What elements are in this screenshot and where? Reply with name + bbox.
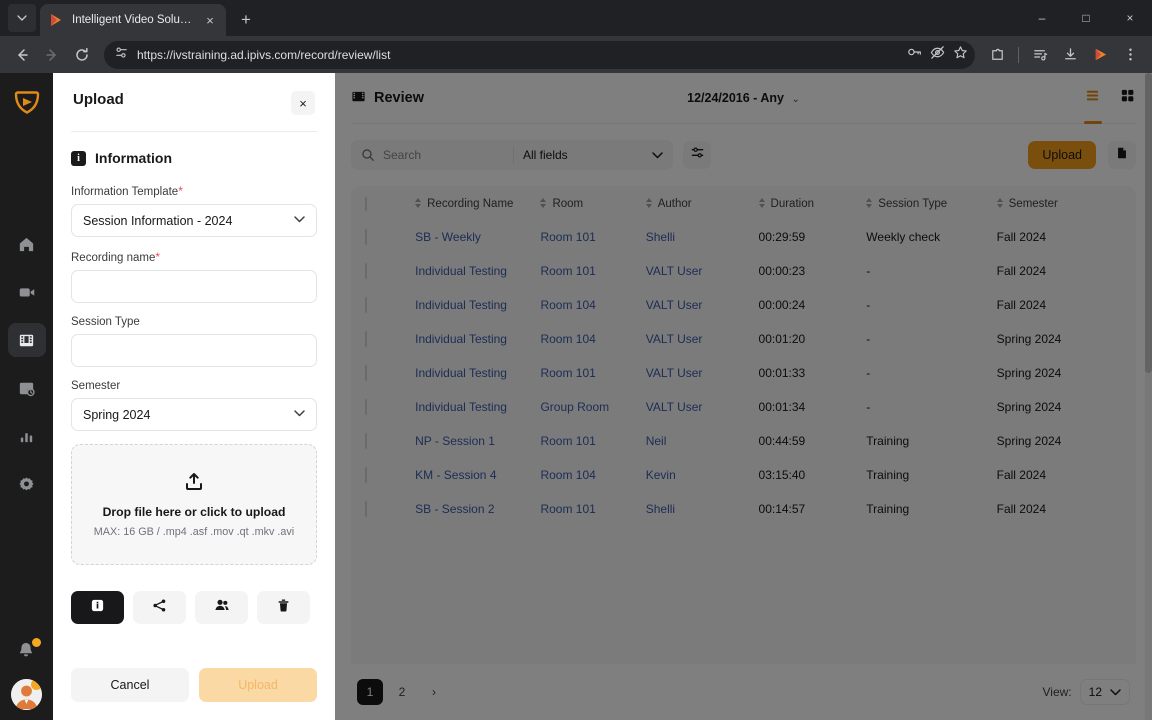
downloads-icon[interactable] bbox=[1056, 41, 1084, 69]
notification-badge bbox=[31, 638, 41, 647]
ivs-extension-icon[interactable] bbox=[1086, 41, 1114, 69]
semester-value: Spring 2024 bbox=[83, 407, 151, 422]
minimize-icon[interactable]: – bbox=[1020, 0, 1064, 36]
url-text: https://ivstraining.ad.ipivs.com/record/… bbox=[137, 47, 391, 62]
recording-name-label: Recording name* bbox=[71, 250, 161, 264]
information-section-header: i Information bbox=[71, 150, 317, 166]
tab-title: Intelligent Video Solutions bbox=[72, 14, 194, 26]
avatar[interactable] bbox=[11, 679, 42, 710]
dropzone-subtitle: MAX: 16 GB / .mp4 .asf .mov .qt .mkv .av… bbox=[93, 526, 295, 538]
eye-off-icon[interactable] bbox=[929, 44, 946, 66]
info-tab-button[interactable] bbox=[71, 591, 124, 624]
semester-select[interactable]: Spring 2024 bbox=[71, 398, 317, 431]
forward-icon[interactable] bbox=[38, 41, 66, 69]
chevron-down-icon bbox=[294, 215, 305, 226]
upload-icon bbox=[183, 471, 205, 498]
sidebar-item-settings[interactable] bbox=[8, 467, 46, 501]
web-page: Upload × i Information Information Templ… bbox=[0, 73, 1152, 720]
trash-icon bbox=[276, 598, 291, 618]
app-sidebar bbox=[0, 73, 53, 720]
section-title: Information bbox=[95, 150, 172, 166]
share-icon bbox=[152, 598, 167, 618]
file-dropzone[interactable]: Drop file here or click to upload MAX: 1… bbox=[71, 444, 317, 565]
session-type-input[interactable] bbox=[71, 334, 317, 367]
sidebar-item-home[interactable] bbox=[8, 227, 46, 261]
upload-panel: Upload × i Information Information Templ… bbox=[53, 73, 335, 720]
panel-tool-row bbox=[71, 591, 317, 624]
back-icon[interactable] bbox=[8, 41, 36, 69]
recording-name-input[interactable] bbox=[71, 270, 317, 303]
info-icon bbox=[90, 598, 105, 618]
window-close-icon[interactable]: × bbox=[1108, 0, 1152, 36]
more-menu-icon[interactable] bbox=[1116, 41, 1144, 69]
extensions-icon[interactable] bbox=[983, 41, 1011, 69]
information-template-value: Session Information - 2024 bbox=[83, 213, 233, 228]
cancel-button[interactable]: Cancel bbox=[71, 668, 189, 702]
ivs-play-icon bbox=[48, 12, 64, 28]
tab-search-button[interactable] bbox=[8, 4, 36, 32]
sidebar-item-live-video[interactable] bbox=[8, 275, 46, 309]
address-bar[interactable]: https://ivstraining.ad.ipivs.com/record/… bbox=[104, 40, 975, 69]
close-icon[interactable]: × bbox=[291, 91, 315, 115]
chevron-down-icon bbox=[294, 409, 305, 420]
sidebar-item-analytics[interactable] bbox=[8, 419, 46, 453]
people-tab-button[interactable] bbox=[195, 591, 248, 624]
sidebar-item-schedule[interactable] bbox=[8, 371, 46, 405]
close-icon[interactable]: × bbox=[202, 12, 218, 28]
toolbar-divider bbox=[1018, 46, 1019, 63]
site-settings-icon[interactable] bbox=[114, 45, 129, 65]
maximize-icon[interactable]: □ bbox=[1064, 0, 1108, 36]
main-content: Review 12/24/2016 - Any ⌄ bbox=[335, 73, 1152, 720]
required-marker: * bbox=[178, 184, 183, 198]
reload-icon[interactable] bbox=[68, 41, 96, 69]
new-tab-button[interactable]: + bbox=[232, 5, 260, 33]
password-key-icon[interactable] bbox=[907, 44, 923, 65]
sidebar-nav bbox=[7, 227, 46, 501]
delete-tab-button[interactable] bbox=[257, 591, 310, 624]
info-icon: i bbox=[71, 150, 86, 166]
window-controls: – □ × bbox=[1020, 0, 1152, 36]
required-marker: * bbox=[155, 250, 161, 264]
share-tab-button[interactable] bbox=[133, 591, 186, 624]
information-template-label: Information Template* bbox=[71, 184, 183, 198]
session-type-label: Session Type bbox=[71, 316, 140, 328]
sidebar-item-recordings[interactable] bbox=[7, 323, 46, 357]
people-icon bbox=[214, 597, 230, 618]
notifications-button[interactable] bbox=[15, 638, 41, 663]
ivs-shield-logo[interactable] bbox=[12, 87, 42, 117]
star-icon[interactable] bbox=[952, 44, 969, 66]
browser-toolbar: https://ivstraining.ad.ipivs.com/record/… bbox=[0, 36, 1152, 73]
browser-window: Intelligent Video Solutions × + – □ × ht… bbox=[0, 0, 1152, 720]
panel-upload-button[interactable]: Upload bbox=[199, 668, 317, 702]
panel-title: Upload bbox=[73, 91, 124, 108]
reading-list-icon[interactable] bbox=[1026, 41, 1054, 69]
semester-label: Semester bbox=[71, 380, 121, 392]
modal-overlay[interactable] bbox=[335, 73, 1152, 720]
dropzone-title: Drop file here or click to upload bbox=[102, 505, 286, 519]
avatar-status-badge bbox=[31, 679, 42, 690]
information-template-select[interactable]: Session Information - 2024 bbox=[71, 204, 317, 237]
tab-strip: Intelligent Video Solutions × + – □ × bbox=[0, 0, 1152, 36]
sidebar-bottom bbox=[0, 638, 53, 710]
browser-tab[interactable]: Intelligent Video Solutions × bbox=[40, 4, 226, 36]
